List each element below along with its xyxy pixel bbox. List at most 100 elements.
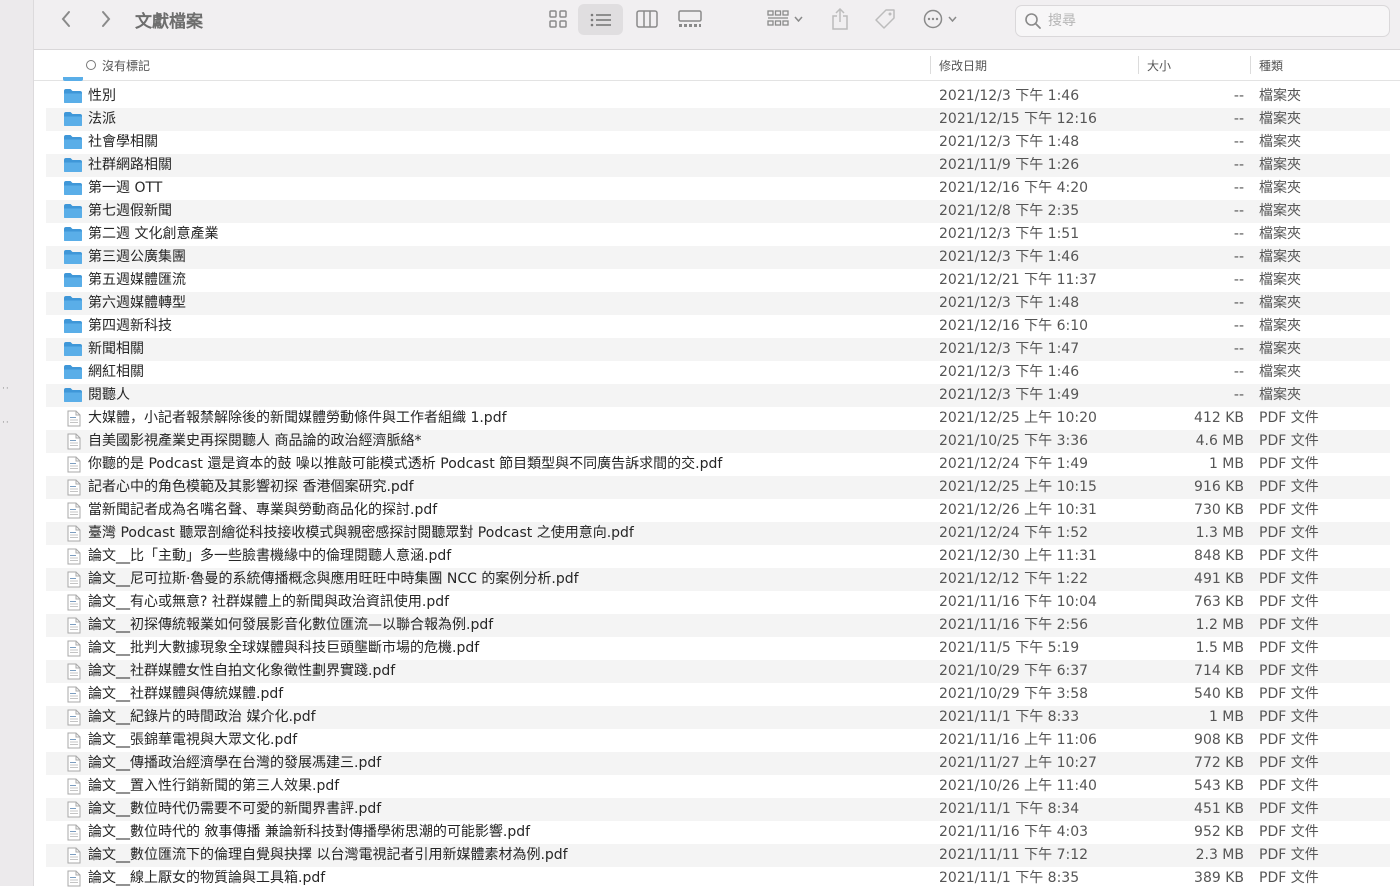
item-name: 網紅相關 [88,364,144,380]
item-name: 第六週媒體轉型 [88,295,186,311]
file-row[interactable]: 論文__數位時代的 敘事傳播 兼論新科技對傳播學術思潮的可能影響.pdf 2021… [46,821,1390,844]
item-name: 性別 [88,88,116,104]
item-date: 2021/12/3 下午 1:46 [939,88,1080,104]
column-view-button[interactable] [632,0,662,38]
file-row[interactable]: 論文__社群媒體女性自拍文化象徵性劃界實踐.pdf 2021/10/29 下午 6… [46,660,1390,683]
item-kind: PDF 文件 [1259,870,1319,886]
item-size: 1.3 MB [1195,525,1244,541]
share-icon [831,8,849,30]
item-date: 2021/12/3 下午 1:47 [939,341,1080,357]
file-row[interactable]: 論文__紀錄片的時間政治 媒介化.pdf 2021/11/1 下午 8:33 1 M… [46,706,1390,729]
folder-row[interactable]: 社群網路相關 2021/11/9 下午 1:26 -- 檔案夾 [46,154,1390,177]
file-row[interactable]: 論文__數位匯流下的倫理自覺與抉擇 以台灣電視記者引用新媒體素材為例.pdf 20… [46,844,1390,867]
item-date: 2021/10/25 下午 3:36 [939,433,1089,449]
file-row[interactable]: 論文__批判大數據現象全球媒體與科技巨頭壟斷市場的危機.pdf 2021/11/5… [46,637,1390,660]
item-kind: PDF 文件 [1259,778,1319,794]
item-size: -- [1233,226,1244,242]
share-button[interactable] [828,0,852,38]
tag-button[interactable] [872,0,898,38]
item-date: 2021/12/3 下午 1:51 [939,226,1080,242]
file-row[interactable]: 當新聞記者成為名嘴名聲、專業與勞動商品化的探討.pdf 2021/12/26 上午… [46,499,1390,522]
file-row[interactable]: 論文__尼可拉斯·魯曼的系統傳播概念與應用旺旺中時集團 NCC 的案例分析.pd… [46,568,1390,591]
folder-row[interactable]: 第四週新科技 2021/12/16 下午 6:10 -- 檔案夾 [46,315,1390,338]
item-kind: PDF 文件 [1259,456,1319,472]
pdf-file-icon [67,663,81,684]
file-row[interactable]: 論文__傳播政治經濟學在台灣的發展馮建三.pdf 2021/11/27 上午 10… [46,752,1390,775]
back-button[interactable] [54,0,78,38]
item-size: -- [1233,203,1244,219]
item-kind: PDF 文件 [1259,847,1319,863]
item-name: 論文__數位時代的 敘事傳播 兼論新科技對傳播學術思潮的可能影響.pdf [88,824,531,840]
item-size: -- [1233,88,1244,104]
sidebar-dots: ·· [2,384,10,394]
folder-row[interactable]: 新聞相關 2021/12/3 下午 1:47 -- 檔案夾 [46,338,1390,361]
folder-row[interactable]: 第六週媒體轉型 2021/12/3 下午 1:48 -- 檔案夾 [46,292,1390,315]
search-input[interactable] [1046,12,1350,30]
gallery-view-button[interactable] [674,0,706,38]
item-size: -- [1233,318,1244,334]
window-title: 文獻檔案 [135,12,203,32]
item-name: 第一週 OTT [88,180,163,196]
folder-row[interactable]: 法派 2021/12/15 下午 12:16 -- 檔案夾 [46,108,1390,131]
item-date: 2021/12/3 下午 1:46 [939,364,1080,380]
file-row[interactable]: 臺灣 Podcast 聽眾剖繪從科技接收模式與親密感探討閱聽眾對 Podcast… [46,522,1390,545]
column-separator[interactable] [1250,56,1251,74]
item-kind: PDF 文件 [1259,617,1319,633]
toolbar: 文獻檔案 [34,0,1400,50]
sidebar-dots: ·· [2,418,10,428]
folder-row[interactable]: 網紅相關 2021/12/3 下午 1:46 -- 檔案夾 [46,361,1390,384]
file-row[interactable]: 論文__比「主動」多一些臉書機緣中的倫理閱聽人意涵.pdf 2021/12/30 … [46,545,1390,568]
file-row[interactable]: 論文__線上厭女的物質論與工具箱.pdf 2021/11/1 下午 8:35 389… [46,867,1390,890]
item-name: 論文__數位時代仍需要不可愛的新聞界書評.pdf [88,801,382,817]
folder-icon [63,226,83,246]
file-row[interactable]: 論文__置入性行銷新聞的第三人效果.pdf 2021/10/26 上午 11:40… [46,775,1390,798]
folder-row[interactable]: 第一週 OTT 2021/12/16 下午 4:20 -- 檔案夾 [46,177,1390,200]
group-button[interactable] [762,0,808,38]
item-size: 543 KB [1194,778,1244,794]
folder-row[interactable]: 社會學相關 2021/12/3 下午 1:48 -- 檔案夾 [46,131,1390,154]
item-name: 論文__置入性行銷新聞的第三人效果.pdf [88,778,340,794]
file-list[interactable]: 性別 2021/12/3 下午 1:46 -- 檔案夾 法派 2021/12/15 下午 … [46,85,1390,890]
file-row[interactable]: 你聽的是 Podcast 還是資本的鼓 噪以推敲可能模式透析 Podcast 節… [46,453,1390,476]
name-column-header[interactable]: 沒有標記 [86,50,150,80]
item-name: 論文__張錦華電視與大眾文化.pdf [88,732,298,748]
folder-row[interactable]: 第七週假新聞 2021/12/8 下午 2:35 -- 檔案夾 [46,200,1390,223]
file-row[interactable]: 論文__有心或無意? 社群媒體上的新聞與政治資訊使用.pdf 2021/11/16… [46,591,1390,614]
folder-row[interactable]: 第三週公廣集團 2021/12/3 下午 1:46 -- 檔案夾 [46,246,1390,269]
more-actions-button[interactable] [918,0,962,38]
icon-view-button[interactable] [542,0,574,38]
item-kind: 檔案夾 [1259,111,1301,127]
pdf-file-icon [67,709,81,730]
scrolled-row-edge [46,77,1390,85]
item-name: 社會學相關 [88,134,158,150]
item-date: 2021/12/16 下午 4:20 [939,180,1089,196]
item-name: 當新聞記者成為名嘴名聲、專業與勞動商品化的探討.pdf [88,502,438,518]
file-row[interactable]: 大媒體，小記者報禁解除後的新聞媒體勞動條件與工作者組織 1.pdf 2021/12… [46,407,1390,430]
kind-column-header[interactable]: 種類 [1259,50,1283,80]
file-row[interactable]: 自美國影視產業史再探閱聽人 商品論的政治經濟脈絡* 2021/10/25 下午 3… [46,430,1390,453]
column-separator[interactable] [1138,56,1139,74]
search-field[interactable] [1015,5,1390,37]
folder-row[interactable]: 第五週媒體匯流 2021/12/21 下午 11:37 -- 檔案夾 [46,269,1390,292]
folder-row[interactable]: 閱聽人 2021/12/3 下午 1:49 -- 檔案夾 [46,384,1390,407]
file-row[interactable]: 論文__張錦華電視與大眾文化.pdf 2021/11/16 上午 11:06 908… [46,729,1390,752]
forward-button[interactable] [94,0,118,38]
size-column-header[interactable]: 大小 [1147,50,1171,80]
folder-icon [63,249,83,269]
pdf-file-icon [67,778,81,799]
item-kind: 檔案夾 [1259,318,1301,334]
item-date: 2021/12/15 下午 12:16 [939,111,1097,127]
item-kind: 檔案夾 [1259,249,1301,265]
file-row[interactable]: 記者心中的角色模範及其影響初探 香港個案研究.pdf 2021/12/25 上午 … [46,476,1390,499]
date-column-header[interactable]: 修改日期 [939,50,987,80]
file-row[interactable]: 論文__數位時代仍需要不可愛的新聞界書評.pdf 2021/11/1 下午 8:3… [46,798,1390,821]
file-row[interactable]: 論文__社群媒體與傳統媒體.pdf 2021/10/29 下午 3:58 540 K… [46,683,1390,706]
folder-row[interactable]: 性別 2021/12/3 下午 1:46 -- 檔案夾 [46,85,1390,108]
sidebar-edge: ·· ·· [0,0,34,886]
file-row[interactable]: 論文__初探傳統報業如何發展影音化數位匯流—以聯合報為例.pdf 2021/11/… [46,614,1390,637]
column-separator[interactable] [930,56,931,74]
folder-row[interactable]: 第二週 文化創意產業 2021/12/3 下午 1:51 -- 檔案夾 [46,223,1390,246]
item-size: -- [1233,387,1244,403]
folder-icon [63,134,83,154]
list-view-button[interactable] [578,4,623,35]
